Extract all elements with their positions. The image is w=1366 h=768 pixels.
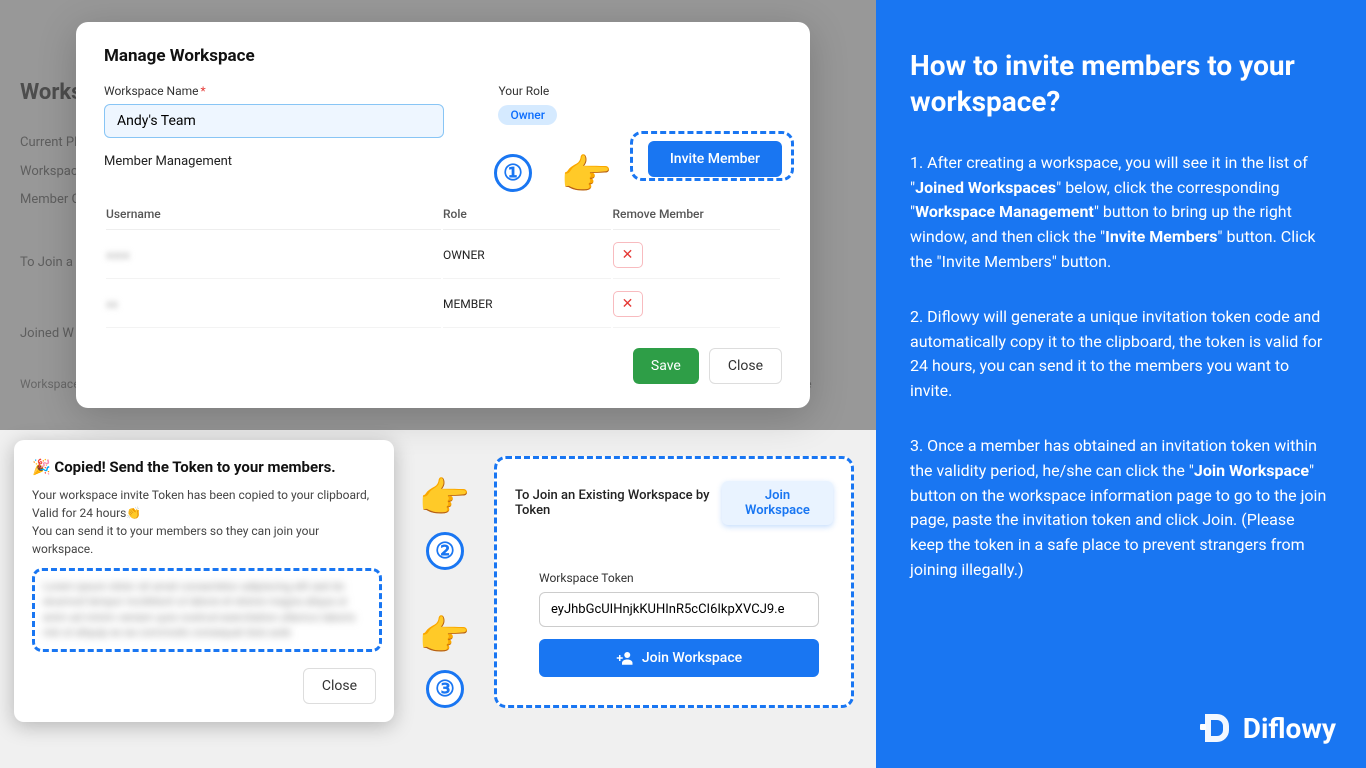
step-3: 3. Once a member has obtained an invitat… (910, 434, 1332, 583)
join-btn-label: Join Workspace (642, 650, 742, 666)
required-marker: * (201, 84, 206, 98)
th-remove: Remove Member (613, 199, 781, 230)
member-table: Username Role Remove Member xxxx OWNER ✕… (104, 197, 782, 330)
toast-line: Your workspace invite Token has been cop… (32, 486, 376, 522)
step-number-1: ① (494, 154, 532, 192)
pointing-hand-icon: 👉 (560, 151, 612, 200)
join-workspace-button[interactable]: Join Workspace (722, 481, 833, 525)
table-row: xx MEMBER ✕ (106, 281, 780, 328)
join-title: To Join an Existing Workspace by Token (515, 488, 722, 518)
toast-body: Your workspace invite Token has been cop… (32, 486, 376, 558)
step-2: 2. Diflowy will generate a unique invita… (910, 305, 1332, 404)
join-workspace-submit-button[interactable]: Join Workspace (539, 639, 819, 677)
save-button[interactable]: Save (633, 348, 699, 384)
step-number-2: ② (426, 532, 464, 570)
workspace-name-field: Workspace Name * (104, 84, 458, 138)
join-workspace-panel: To Join an Existing Workspace by Token J… (494, 456, 854, 708)
th-username: Username (106, 199, 441, 230)
toast-title: 🎉 Copied! Send the Token to your members… (32, 458, 376, 476)
step-number-3: ③ (426, 670, 464, 708)
logo-mark-icon (1197, 710, 1233, 746)
field-label: Your Role (498, 84, 549, 98)
left-area: Works Current Pl Workspac Member C To Jo… (0, 0, 876, 768)
toast-line: You can send it to your members so they … (32, 522, 376, 558)
field-label: Workspace Name (104, 84, 199, 98)
close-button[interactable]: Close (709, 348, 782, 384)
brand-logo: Diflowy (1197, 710, 1336, 746)
token-label: Workspace Token (539, 571, 833, 585)
modal-footer: Save Close (104, 348, 782, 384)
token-box: Lorem ipsum dolor sit amet consectetur a… (32, 568, 382, 652)
manage-workspace-modal: Manage Workspace Workspace Name * Your R… (76, 22, 810, 408)
modal-title: Manage Workspace (104, 46, 782, 66)
username-cell: xx (106, 297, 118, 311)
role-cell: MEMBER (443, 281, 611, 328)
workspace-name-input[interactable] (104, 104, 444, 138)
token-blurred: Lorem ipsum dolor sit amet consectetur a… (39, 575, 375, 645)
copied-toast: 🎉 Copied! Send the Token to your members… (14, 440, 394, 722)
instructions-title: How to invite members to your workspace? (910, 48, 1332, 121)
pointing-hand-icon: 👉 (418, 612, 470, 661)
person-add-icon (616, 651, 634, 665)
instructions-panel: How to invite members to your workspace?… (876, 0, 1366, 768)
workspace-token-input[interactable] (539, 592, 819, 627)
remove-member-button[interactable]: ✕ (613, 291, 643, 317)
remove-member-button[interactable]: ✕ (613, 242, 643, 268)
logo-text: Diflowy (1243, 712, 1336, 745)
toast-close-button[interactable]: Close (303, 668, 376, 704)
th-role: Role (443, 199, 611, 230)
username-cell: xxxx (106, 248, 130, 262)
role-cell: OWNER (443, 232, 611, 279)
step-1: 1. After creating a workspace, you will … (910, 151, 1332, 275)
role-badge: Owner (498, 105, 557, 125)
pointing-hand-icon: 👉 (418, 474, 470, 523)
invite-member-button[interactable]: Invite Member (648, 141, 782, 177)
role-field: Your Role Owner (498, 84, 782, 138)
table-row: xxxx OWNER ✕ (106, 232, 780, 279)
